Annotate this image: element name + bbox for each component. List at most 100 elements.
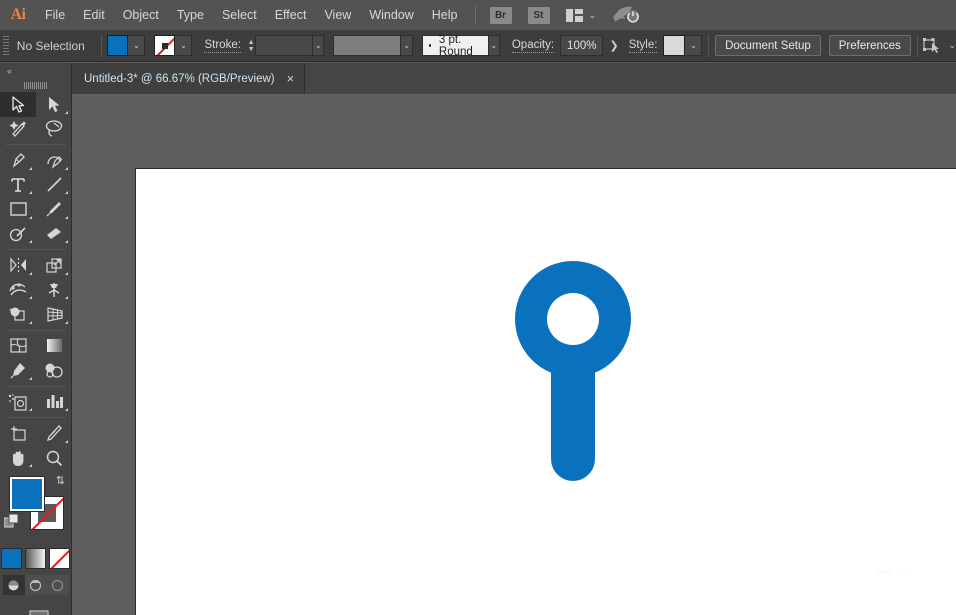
close-icon[interactable]: × <box>287 72 295 85</box>
screen-mode-button[interactable] <box>0 609 71 615</box>
draw-normal-button[interactable] <box>2 575 25 595</box>
tool-curvature[interactable] <box>36 148 72 173</box>
key-shape-artwork[interactable] <box>478 253 668 523</box>
tool-line-segment[interactable] <box>36 173 72 198</box>
select-similar-objects-button[interactable]: ⌄ <box>923 38 956 53</box>
swap-fill-stroke-icon[interactable]: ⇅ <box>56 474 65 487</box>
tool-width[interactable] <box>0 278 36 303</box>
fill-swatch-group[interactable]: ⌄ <box>107 35 146 56</box>
tool-lasso[interactable] <box>36 117 72 142</box>
tool-eyedropper[interactable] <box>0 358 36 383</box>
opacity-label[interactable]: Opacity: <box>511 39 555 53</box>
none-button[interactable] <box>49 548 70 569</box>
tool-shaper[interactable] <box>0 222 36 247</box>
document-setup-button[interactable]: Document Setup <box>715 35 821 56</box>
menu-file[interactable]: File <box>36 0 74 30</box>
style-label[interactable]: Style: <box>628 39 658 53</box>
stroke-profile-dropdown-button[interactable]: ⌄ <box>401 35 413 56</box>
type-icon <box>11 178 25 193</box>
width-warp-icon <box>9 283 27 296</box>
draw-behind-button[interactable] <box>24 575 47 595</box>
tool-scale[interactable] <box>36 253 72 278</box>
tool-hand[interactable] <box>0 446 36 471</box>
hand-icon <box>12 450 23 466</box>
stroke-weight-input[interactable] <box>255 35 314 56</box>
draw-inside-button[interactable] <box>46 575 69 595</box>
tool-magic-wand[interactable] <box>0 117 36 142</box>
tool-pen[interactable] <box>0 148 36 173</box>
flyout-indicator-icon <box>65 240 68 243</box>
tool-artboard[interactable] <box>0 421 36 446</box>
menu-select[interactable]: Select <box>213 0 266 30</box>
bridge-button[interactable]: Br <box>489 6 512 24</box>
stroke-weight-label[interactable]: Stroke: <box>204 39 241 53</box>
tool-type[interactable] <box>0 173 36 198</box>
tool-eraser[interactable] <box>36 222 72 247</box>
brush-dropdown-button[interactable]: ⌄ <box>488 35 500 56</box>
color-button[interactable] <box>1 548 22 569</box>
graphic-style-dropdown-button[interactable]: ⌄ <box>685 35 703 56</box>
stroke-profile-input[interactable] <box>333 35 402 56</box>
arrange-documents-button[interactable]: ⌄ <box>565 8 596 22</box>
reflect-rotate-icon <box>9 257 26 273</box>
tool-selection[interactable] <box>0 92 36 117</box>
opacity-expand-icon[interactable]: ❯ <box>609 39 618 52</box>
tool-blend[interactable] <box>36 358 72 383</box>
default-fill-stroke-icon[interactable] <box>4 514 19 529</box>
menu-object[interactable]: Object <box>114 0 168 30</box>
menu-type[interactable]: Type <box>168 0 213 30</box>
flyout-indicator-icon <box>29 240 32 243</box>
launch-button[interactable] <box>612 6 640 24</box>
brush-definition-select[interactable]: 3 pt. Round <box>421 34 489 58</box>
collapse-panel-button[interactable]: « <box>0 63 71 78</box>
gradient-button[interactable] <box>25 548 46 569</box>
tool-mesh[interactable] <box>0 334 36 359</box>
opacity-input[interactable]: 100% <box>560 35 604 56</box>
stock-button[interactable]: St <box>527 6 550 24</box>
shaper-icon <box>9 227 26 241</box>
menu-effect[interactable]: Effect <box>266 0 316 30</box>
menu-view[interactable]: View <box>315 0 360 30</box>
menu-edit[interactable]: Edit <box>74 0 114 30</box>
divider <box>100 34 102 57</box>
draw-behind-icon <box>29 579 42 591</box>
flyout-indicator-icon <box>65 296 68 299</box>
canvas-area[interactable] <box>72 94 956 615</box>
tool-direct-selection[interactable] <box>36 92 72 117</box>
tool-rectangle[interactable] <box>0 197 36 222</box>
tool-slice[interactable] <box>36 421 72 446</box>
tool-gradient[interactable] <box>36 334 72 359</box>
graphic-style-group[interactable]: ⌄ <box>663 35 703 56</box>
menu-window[interactable]: Window <box>360 0 422 30</box>
tool-free-transform[interactable] <box>36 278 72 303</box>
graphic-style-swatch[interactable] <box>663 35 686 56</box>
selection-arrow-icon <box>11 96 24 113</box>
magic-wand-icon <box>9 120 26 137</box>
tool-zoom[interactable] <box>36 446 72 471</box>
toolbar-fill-swatch[interactable] <box>9 476 45 512</box>
tool-rotate[interactable] <box>0 253 36 278</box>
tools-panel-gripper[interactable] <box>0 78 71 92</box>
tool-column-graph[interactable] <box>36 390 72 415</box>
flyout-indicator-icon <box>29 166 32 170</box>
stroke-weight-stepper[interactable]: ▲ ▼ <box>246 35 256 56</box>
flyout-indicator-icon <box>29 296 32 299</box>
tool-shape-builder[interactable] <box>0 302 36 327</box>
flyout-indicator-icon <box>29 320 32 324</box>
control-bar-grip[interactable] <box>3 34 9 58</box>
menu-help[interactable]: Help <box>423 0 467 30</box>
fill-color-swatch[interactable] <box>107 35 129 56</box>
stroke-color-swatch[interactable] <box>154 35 176 56</box>
tool-paintbrush[interactable] <box>36 197 72 222</box>
preferences-button[interactable]: Preferences <box>828 35 911 56</box>
stroke-dropdown-button[interactable]: ⌄ <box>175 35 193 56</box>
artboard[interactable] <box>135 168 956 615</box>
tool-divider <box>6 417 66 418</box>
stroke-weight-dropdown-button[interactable]: ⌄ <box>313 35 325 56</box>
stroke-swatch-group[interactable]: ⌄ <box>154 35 193 56</box>
document-tab[interactable]: Untitled-3* @ 66.67% (RGB/Preview) × <box>72 63 306 94</box>
fill-dropdown-button[interactable]: ⌄ <box>128 35 146 56</box>
tool-symbol-sprayer[interactable] <box>0 390 36 415</box>
tool-perspective-grid[interactable] <box>36 302 72 327</box>
flyout-indicator-icon <box>65 320 68 324</box>
